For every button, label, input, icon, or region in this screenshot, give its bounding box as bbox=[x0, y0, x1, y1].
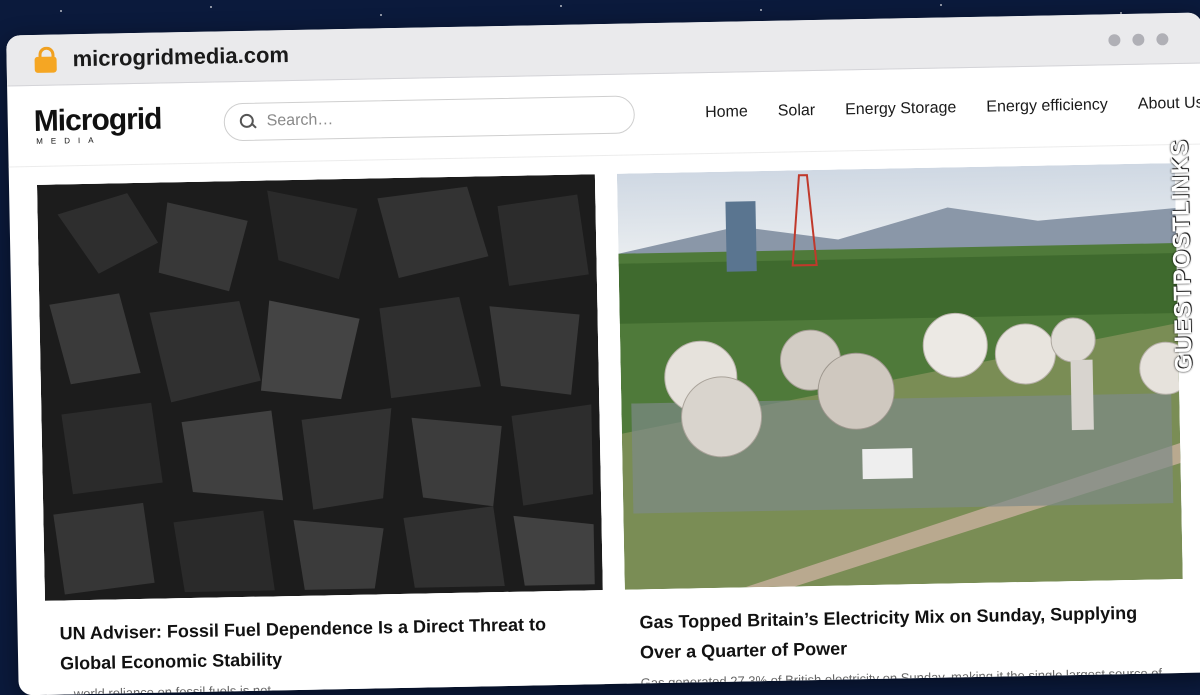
star bbox=[60, 10, 62, 12]
article-image-gas-plant[interactable] bbox=[616, 163, 1183, 590]
site-logo[interactable]: Microgrid MEDIA bbox=[33, 102, 162, 146]
window-dot-icon[interactable] bbox=[1156, 33, 1169, 46]
search-input[interactable] bbox=[264, 104, 609, 132]
article-card[interactable]: UN Adviser: Fossil Fuel Dependence Is a … bbox=[36, 174, 605, 695]
watermark: GUESTPOSTLINKS bbox=[1165, 73, 1200, 374]
star bbox=[760, 9, 762, 11]
nav-home[interactable]: Home bbox=[705, 103, 748, 122]
window-dot-icon[interactable] bbox=[1132, 33, 1145, 46]
article-excerpt: …world reliance on fossil fuels is not bbox=[60, 682, 272, 695]
article-title[interactable]: UN Adviser: Fossil Fuel Dependence Is a … bbox=[59, 608, 590, 678]
nav-energy-storage[interactable]: Energy Storage bbox=[845, 99, 957, 119]
browser-window: microgridmedia.com Microgrid MEDIA Home … bbox=[6, 12, 1200, 695]
logo-word: Microgrid bbox=[33, 102, 162, 138]
article-card[interactable]: Gas Topped Britain’s Electricity Mix on … bbox=[616, 163, 1185, 694]
address-bar-url[interactable]: microgridmedia.com bbox=[72, 42, 289, 72]
star bbox=[210, 6, 212, 8]
window-controls bbox=[1108, 33, 1169, 47]
search-box[interactable] bbox=[223, 95, 636, 142]
logo-subtitle: MEDIA bbox=[36, 135, 102, 146]
article-grid: UN Adviser: Fossil Fuel Dependence Is a … bbox=[36, 163, 1200, 695]
star bbox=[940, 4, 942, 6]
star bbox=[560, 5, 562, 7]
lock-icon bbox=[34, 46, 57, 73]
watermark-text: GUESTPOSTLINKS bbox=[1166, 138, 1198, 374]
main-nav: Home Solar Energy Storage Energy efficie… bbox=[705, 95, 1200, 123]
star bbox=[380, 14, 382, 16]
article-excerpt: Gas generated 27.3% of British electrici… bbox=[640, 665, 1163, 691]
article-title[interactable]: Gas Topped Britain’s Electricity Mix on … bbox=[639, 597, 1170, 667]
article-image-coal[interactable] bbox=[36, 174, 603, 601]
window-dot-icon[interactable] bbox=[1108, 34, 1121, 47]
search-icon bbox=[239, 113, 257, 131]
nav-solar[interactable]: Solar bbox=[778, 102, 816, 121]
nav-energy-efficiency[interactable]: Energy efficiency bbox=[986, 96, 1108, 116]
